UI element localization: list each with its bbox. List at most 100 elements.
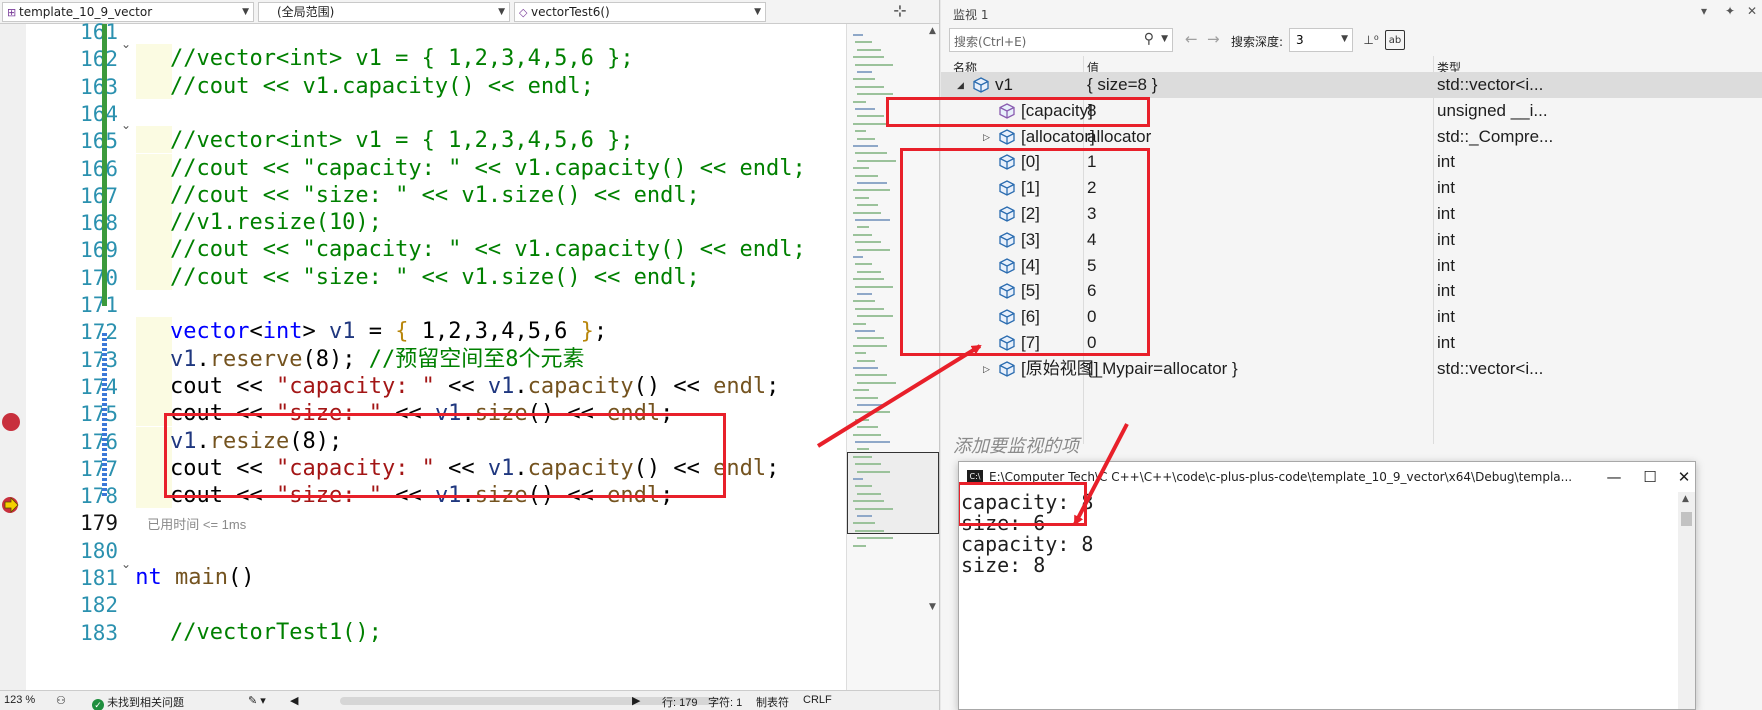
watch-row[interactable]: ▷ [原始视图] {_Mypair=allocator } std::vector<i… bbox=[941, 356, 1762, 382]
line-highlight bbox=[136, 208, 172, 236]
fold-collapse-icon[interactable]: ⌄ bbox=[121, 37, 131, 51]
watch-name: v1 bbox=[995, 75, 1013, 94]
code-area[interactable]: //vector<int> v1 = { 1,2,3,4,5,6 };//cou… bbox=[136, 24, 860, 690]
scroll-right-icon[interactable]: ▶ bbox=[632, 694, 640, 707]
code-line[interactable]: cout << "capacity: " << v1.capacity() <<… bbox=[170, 372, 779, 402]
search-depth-label: 搜索深度: bbox=[1231, 35, 1284, 49]
console-scrollbar[interactable]: ▲ bbox=[1678, 492, 1695, 709]
issues-indicator[interactable]: ✓ 未找到相关问题 bbox=[92, 694, 184, 710]
watch-type: std::_Compre... bbox=[1437, 126, 1554, 146]
minimap-line bbox=[853, 233, 872, 236]
fold-collapse-icon[interactable]: ⌄ bbox=[121, 557, 131, 571]
scroll-up-icon[interactable]: ▲ bbox=[1682, 494, 1689, 504]
watch-title: 监视 1 bbox=[953, 8, 989, 22]
hex-display-icon[interactable]: ab bbox=[1385, 30, 1405, 50]
line-ending-indicator[interactable]: CRLF bbox=[803, 694, 832, 706]
minimap-line bbox=[857, 492, 881, 495]
watch-row[interactable]: ◢ v1 { size=8 } std::vector<i... bbox=[941, 72, 1762, 98]
code-token: << bbox=[434, 373, 488, 399]
minimap-line bbox=[855, 41, 872, 44]
code-line[interactable]: int main() bbox=[136, 563, 254, 593]
tab-indicator[interactable]: 制表符 bbox=[756, 694, 789, 710]
close-button[interactable]: ✕ bbox=[1669, 466, 1695, 488]
minimap-line bbox=[855, 85, 884, 88]
minimap-line bbox=[853, 278, 884, 281]
expand-arrow-icon[interactable]: ▷ bbox=[983, 124, 990, 150]
expand-arrow-icon[interactable]: ▷ bbox=[983, 356, 990, 382]
code-line[interactable]: //cout << "size: " << v1.size() << endl; bbox=[170, 181, 700, 211]
copilot-icon[interactable]: ⚇ bbox=[56, 694, 66, 707]
search-icon[interactable]: ⚲ bbox=[1144, 31, 1154, 47]
minimap-line bbox=[857, 204, 878, 207]
minimap-line bbox=[853, 56, 884, 59]
pin-icon[interactable]: ✦ bbox=[1725, 4, 1735, 18]
pin-source-icon[interactable]: ⊥⁰ bbox=[1361, 30, 1381, 50]
fold-collapse-icon[interactable]: ⌄ bbox=[121, 118, 131, 132]
code-token: ; bbox=[766, 455, 780, 481]
function-combo[interactable]: ◇ vectorTest6() ▼ bbox=[514, 2, 766, 22]
scroll-thumb[interactable] bbox=[1681, 512, 1692, 526]
instruction-pointer-icon[interactable] bbox=[1, 496, 21, 514]
code-line[interactable]: //cout << "size: " << v1.size() << endl; bbox=[170, 263, 700, 293]
scroll-left-icon[interactable]: ◀ bbox=[290, 694, 298, 707]
code-line[interactable]: vector<int> v1 = { 1,2,3,4,5,6 }; bbox=[170, 317, 607, 347]
indicator-margin[interactable] bbox=[0, 24, 26, 690]
annotation-box-console-output bbox=[959, 482, 1087, 526]
code-line[interactable]: v1.reserve(8); //预留空间至8个元素 bbox=[170, 345, 584, 375]
code-token: > bbox=[302, 319, 329, 345]
breakpoint-icon[interactable] bbox=[2, 413, 20, 431]
minimap-line bbox=[855, 441, 890, 443]
code-line[interactable]: //cout << v1.capacity() << endl; bbox=[170, 72, 594, 102]
code-token: < bbox=[249, 319, 263, 345]
dropdown-icon[interactable]: ▾ bbox=[1701, 4, 1707, 18]
minimap-line bbox=[855, 485, 872, 488]
watch-value[interactable]: allocator bbox=[1087, 124, 1151, 150]
code-line[interactable]: //v1.resize(10); bbox=[170, 208, 382, 238]
zoom-level[interactable]: 123 % bbox=[4, 694, 35, 706]
search-depth-select[interactable]: 3 ▼ bbox=[1289, 28, 1353, 52]
forward-arrow-icon[interactable]: → bbox=[1207, 30, 1220, 48]
code-line[interactable]: //vector<int> v1 = { 1,2,3,4,5,6 }; bbox=[170, 44, 634, 74]
chevron-down-icon[interactable]: ▼ bbox=[1161, 34, 1168, 44]
minimap-line bbox=[853, 34, 863, 36]
minimap-line bbox=[857, 248, 890, 251]
maximize-button[interactable]: ☐ bbox=[1635, 466, 1665, 488]
scope-combo[interactable]: (全局范围) ▼ bbox=[258, 2, 510, 22]
watch-value[interactable]: { size=8 } bbox=[1087, 72, 1157, 98]
watch-type: int bbox=[1437, 281, 1455, 301]
line-indicator[interactable]: 行: 179 bbox=[662, 694, 697, 710]
screen: ⊞ template_10_9_vector ▼ (全局范围) ▼ ◇ vector… bbox=[0, 0, 1762, 710]
minimap-line bbox=[855, 130, 866, 133]
minimap-line bbox=[857, 182, 887, 184]
minimap-line bbox=[853, 411, 890, 414]
line-highlight bbox=[136, 317, 172, 345]
scroll-up-icon[interactable]: ▲ bbox=[929, 26, 936, 36]
code-line[interactable]: //vector<int> v1 = { 1,2,3,4,5,6 }; bbox=[170, 126, 634, 156]
line-highlight bbox=[136, 262, 172, 290]
brush-icon[interactable]: ✎ ▾ bbox=[248, 694, 266, 707]
code-line[interactable]: //cout << "capacity: " << v1.capacity() … bbox=[170, 235, 806, 265]
watch-value[interactable]: {_Mypair=allocator } bbox=[1087, 356, 1238, 382]
minimap-line bbox=[855, 219, 890, 221]
minimize-button[interactable]: — bbox=[1599, 466, 1629, 488]
collapse-arrow-icon[interactable]: ◢ bbox=[957, 72, 964, 98]
minimap-line bbox=[853, 455, 872, 458]
chevron-down-icon: ▼ bbox=[242, 7, 249, 17]
back-arrow-icon[interactable]: ← bbox=[1185, 30, 1198, 48]
watch-row[interactable]: ▷ [allocator] allocator std::_Compre... bbox=[941, 124, 1762, 150]
line-highlight bbox=[136, 235, 172, 263]
saved-change-bar bbox=[102, 24, 107, 306]
split-window-button[interactable]: ⊹ bbox=[880, 2, 920, 22]
close-icon[interactable]: ✕ bbox=[1747, 4, 1757, 18]
add-watch-placeholder[interactable]: 添加要监视的项 bbox=[953, 432, 1079, 458]
minimap-line bbox=[857, 137, 875, 140]
code-line[interactable]: }已用时间 <= 1ms bbox=[136, 508, 246, 538]
code-line[interactable]: //cout << "capacity: " << v1.capacity() … bbox=[170, 154, 806, 184]
column-indicator[interactable]: 字符: 1 bbox=[708, 694, 742, 710]
code-line[interactable]: //vectorTest1(); bbox=[170, 618, 382, 648]
scroll-down-icon[interactable]: ▼ bbox=[929, 602, 936, 612]
watch-search-input[interactable]: 搜索(Ctrl+E) ⚲ ▼ bbox=[949, 28, 1173, 52]
line-highlight bbox=[136, 44, 172, 72]
elapsed-time-hint: 已用时间 <= 1ms bbox=[147, 517, 247, 533]
minimap-line bbox=[853, 389, 869, 392]
